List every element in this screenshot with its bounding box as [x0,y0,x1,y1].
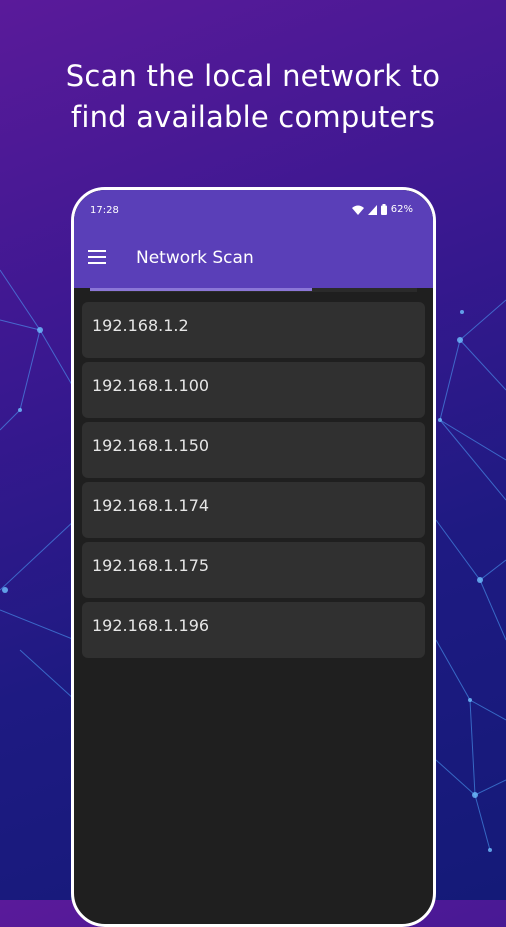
headline: Scan the local network to find available… [0,56,506,138]
status-bar: 17:28 62% [74,190,433,232]
wifi-icon [351,205,364,215]
host-item[interactable]: 192.168.1.2 [82,302,425,358]
signal-icon [367,204,377,215]
battery-percent: 62% [390,204,413,215]
app-title: Network Scan [136,248,254,268]
phone-frame: 17:28 62% Network Scan 192.168.1.2 192.1… [71,187,436,927]
host-item[interactable]: 192.168.1.150 [82,422,425,478]
host-ip: 192.168.1.196 [92,616,210,635]
headline-line-1: Scan the local network to [65,59,441,93]
hamburger-menu-icon[interactable] [88,250,106,264]
scan-progress-bar [90,288,417,292]
status-icons: 62% [351,204,413,215]
headline-line-2: find available computers [70,100,436,134]
host-ip: 192.168.1.2 [92,316,189,335]
host-ip: 192.168.1.174 [92,496,210,515]
battery-icon [380,204,387,215]
host-item[interactable]: 192.168.1.175 [82,542,425,598]
scan-progress-fill [90,288,313,291]
host-ip: 192.168.1.150 [92,436,210,455]
app-bar: Network Scan [74,232,433,288]
host-ip: 192.168.1.100 [92,376,210,395]
status-time: 17:28 [90,205,119,216]
host-item[interactable]: 192.168.1.174 [82,482,425,538]
host-ip: 192.168.1.175 [92,556,210,575]
host-item[interactable]: 192.168.1.100 [82,362,425,418]
host-list: 192.168.1.2 192.168.1.100 192.168.1.150 … [74,292,433,658]
host-item[interactable]: 192.168.1.196 [82,602,425,658]
